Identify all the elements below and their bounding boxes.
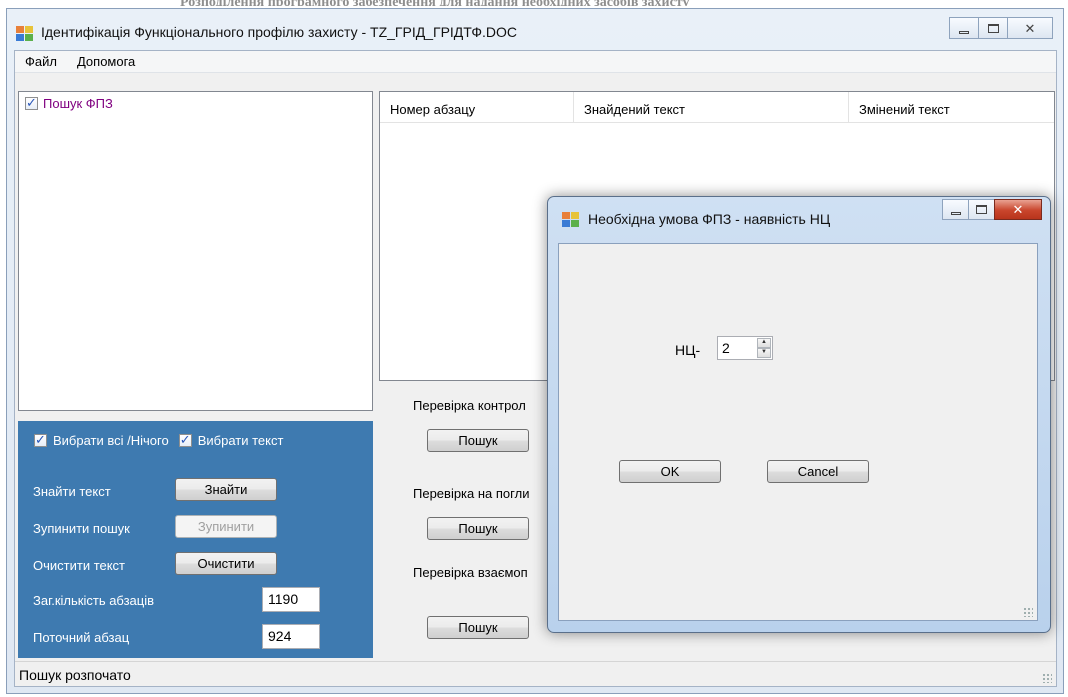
- nc-label: НЦ-: [675, 342, 701, 358]
- dialog-maximize-button[interactable]: [968, 199, 995, 220]
- options-panel: Вибрати всі /Нічого Вибрати текст Знайти…: [18, 421, 373, 658]
- nc-value[interactable]: 2: [722, 340, 730, 356]
- column-found-text[interactable]: Знайдений текст: [574, 92, 849, 122]
- maximize-icon: [976, 205, 987, 214]
- cancel-button[interactable]: Cancel: [767, 460, 869, 483]
- total-paragraphs-field[interactable]: 1190: [262, 587, 320, 612]
- find-button[interactable]: Знайти: [175, 478, 277, 501]
- current-paragraph-label: Поточний абзац: [33, 630, 130, 645]
- dialog-client-area: НЦ- 2 ▲ ▼ OK Cancel: [558, 243, 1038, 621]
- status-bar: Пошук розпочато: [15, 661, 1056, 686]
- stop-search-label: Зупинити пошук: [33, 521, 130, 536]
- minimize-button[interactable]: [949, 17, 979, 39]
- column-changed-text[interactable]: Змінений текст: [849, 92, 1054, 122]
- grid-header: Номер абзацу Знайдений текст Змінений те…: [380, 92, 1054, 123]
- close-icon: ✕: [1024, 20, 1036, 36]
- maximize-icon: [987, 23, 999, 33]
- select-all-checkbox[interactable]: [34, 432, 47, 448]
- tree-node-label: Пошук ФПЗ: [43, 96, 113, 111]
- mutual-check-label: Перевірка взаємоп: [413, 565, 528, 580]
- maximize-button[interactable]: [978, 17, 1008, 39]
- tree-view[interactable]: Пошук ФПЗ: [18, 91, 373, 411]
- select-text-label: Вибрати текст: [197, 433, 284, 448]
- dialog-window-controls: ✕: [942, 199, 1042, 220]
- menu-file[interactable]: Файл: [15, 51, 67, 72]
- resize-grip-icon[interactable]: [1042, 673, 1052, 683]
- stop-button[interactable]: Зупинити: [175, 515, 277, 538]
- select-text-checkbox[interactable]: [178, 432, 192, 448]
- tree-node-fpz-search[interactable]: Пошук ФПЗ: [25, 95, 113, 111]
- stepper-buttons: ▲ ▼: [757, 338, 771, 358]
- dialog-close-button[interactable]: ✕: [994, 199, 1042, 220]
- window-title: Ідентифікація Функціонального профілю за…: [41, 24, 518, 40]
- menu-help[interactable]: Допомога: [67, 51, 145, 72]
- status-text: Пошук розпочато: [19, 667, 131, 683]
- clear-text-label: Очистити текст: [33, 558, 126, 573]
- current-paragraph-field[interactable]: 924: [262, 624, 320, 649]
- minimize-icon: [959, 30, 969, 34]
- clear-button[interactable]: Очистити: [175, 552, 277, 575]
- total-paragraphs-label: Заг.кількість абзаців: [33, 593, 155, 608]
- close-button[interactable]: ✕: [1007, 17, 1053, 39]
- dialog-resize-grip-icon[interactable]: [1023, 607, 1033, 617]
- dialog-app-icon: [562, 212, 580, 228]
- selection-checks: Вибрати всі /Нічого Вибрати текст: [34, 432, 284, 448]
- ok-button[interactable]: OK: [619, 460, 721, 483]
- absorb-search-button[interactable]: Пошук: [427, 517, 529, 540]
- nc-dialog: Необхідна умова ФПЗ - наявність НЦ ✕ НЦ-…: [547, 196, 1051, 633]
- close-icon: ✕: [1012, 202, 1024, 217]
- main-titlebar[interactable]: Ідентифікація Функціонального профілю за…: [7, 9, 1063, 49]
- stepper-down-icon[interactable]: ▼: [757, 348, 771, 358]
- app-icon: [16, 26, 34, 42]
- dialog-minimize-button[interactable]: [942, 199, 969, 220]
- mutual-search-button[interactable]: Пошук: [427, 616, 529, 639]
- menu-bar: Файл Допомога: [15, 51, 1056, 73]
- control-search-button[interactable]: Пошук: [427, 429, 529, 452]
- window-controls: ✕: [949, 17, 1053, 39]
- dialog-title: Необхідна умова ФПЗ - наявність НЦ: [588, 211, 831, 227]
- column-paragraph-number[interactable]: Номер абзацу: [380, 92, 574, 122]
- nc-stepper[interactable]: 2 ▲ ▼: [717, 336, 773, 360]
- tree-node-checkbox[interactable]: [25, 95, 38, 111]
- find-text-label: Знайти текст: [33, 484, 111, 499]
- control-check-label: Перевірка контрол: [413, 398, 526, 413]
- absorb-check-label: Перевірка на погли: [413, 486, 530, 501]
- background-document-text: Розподілення програмного забезпечення дл…: [180, 0, 1000, 6]
- select-all-label: Вибрати всі /Нічого: [53, 433, 169, 448]
- stepper-up-icon[interactable]: ▲: [757, 338, 771, 348]
- minimize-icon: [950, 212, 961, 215]
